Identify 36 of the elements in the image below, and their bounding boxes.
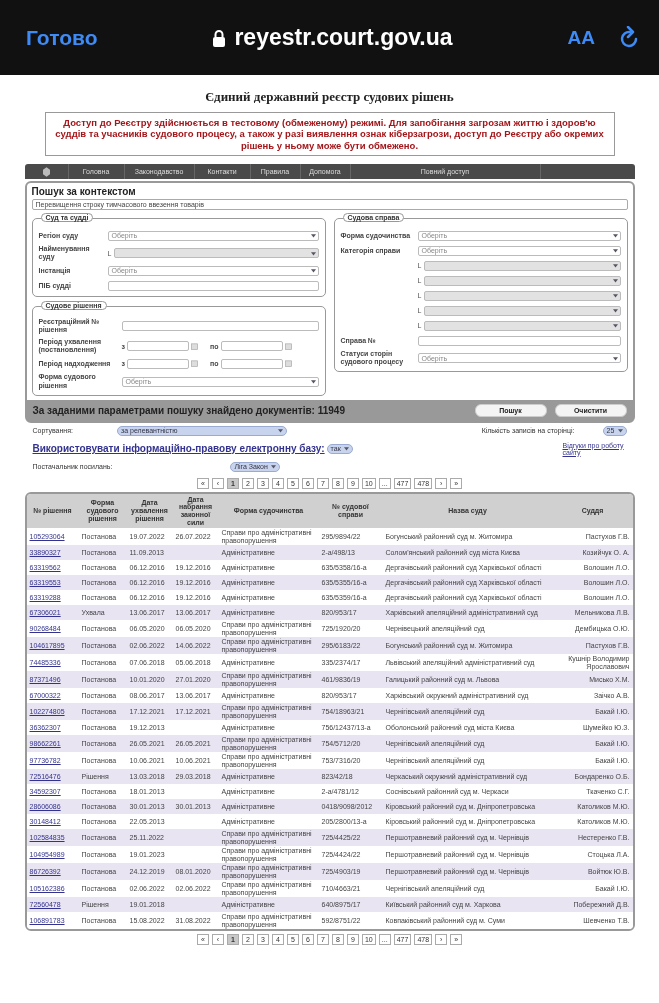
- notice-text: Доступ до Реєстру здійснюється в тестовому (обмеженому) режимі. Для запобігання загрозам життю і здоров'ю суддів та учасників судового процесу, а також у разі виявлення ознак кіберзагрози, доступ до Реєстру або окремих рішень у ньому може бути обмежено.: [44, 112, 615, 157]
- legal-base-link[interactable]: Використовувати інформаційно-правову електронну базу:: [32, 443, 325, 455]
- done-button[interactable]: Готово: [26, 25, 98, 50]
- calendar-icon: [191, 342, 198, 350]
- caret-icon: [612, 355, 618, 361]
- caret-icon: [612, 233, 618, 239]
- caret-icon: [612, 248, 618, 254]
- lock-icon: [212, 28, 227, 47]
- page-title: Єдиний державний реєстр судових рішень: [204, 89, 455, 105]
- date-field[interactable]: [220, 341, 283, 352]
- date-field[interactable]: [220, 358, 283, 369]
- calendar-icon: [284, 360, 292, 368]
- caret-icon: [617, 428, 623, 434]
- caret-icon: [612, 278, 618, 284]
- caret-icon: [310, 268, 316, 274]
- caret-icon: [612, 308, 618, 314]
- caret-icon: [310, 379, 316, 384]
- date-field[interactable]: [127, 341, 189, 352]
- caret-icon: [310, 233, 316, 239]
- date-field[interactable]: [127, 358, 189, 369]
- caret-icon: [343, 446, 349, 452]
- calendar-icon: [191, 360, 198, 368]
- caret-icon: [271, 464, 277, 470]
- input-field[interactable]: [121, 321, 319, 332]
- result-count: За заданими параметрами пошуку знайдено документів: 11949: [32, 404, 346, 416]
- caret-icon: [278, 428, 283, 434]
- caret-icon: [310, 250, 316, 256]
- text-size-button[interactable]: AA: [567, 26, 595, 49]
- calendar-icon: [284, 342, 292, 350]
- url-text[interactable]: reyestr.court.gov.ua: [234, 24, 453, 51]
- caret-icon: [612, 263, 618, 269]
- input-field[interactable]: [107, 280, 319, 291]
- input-field[interactable]: [417, 335, 621, 346]
- panel-title: Пошук за контекстом: [30, 185, 137, 200]
- caret-icon: [612, 293, 618, 299]
- caret-icon: [612, 323, 618, 329]
